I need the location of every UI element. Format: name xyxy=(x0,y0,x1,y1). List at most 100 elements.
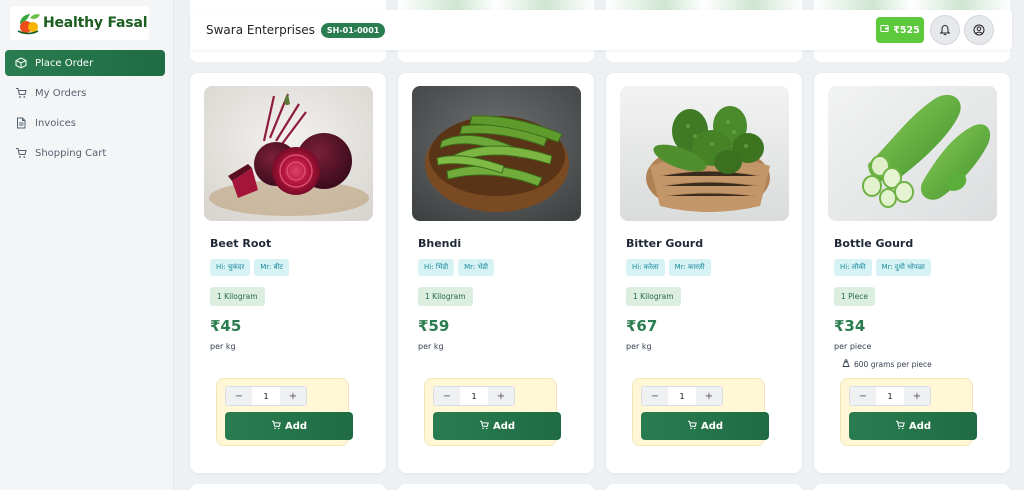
quantity-value[interactable]: 1 xyxy=(668,392,696,401)
price-unit: per kg xyxy=(418,342,444,351)
hindi-name-tag: Hi: चुकंदर xyxy=(210,259,251,276)
cart-icon xyxy=(271,420,281,433)
next-card-edge xyxy=(398,484,594,490)
marathi-name-tag: Mr: बीट xyxy=(254,259,289,276)
company-name: Swara Enterprises xyxy=(206,23,315,37)
profile-button[interactable] xyxy=(964,15,994,45)
product-image xyxy=(412,86,581,221)
product-name: Bitter Gourd xyxy=(626,237,704,250)
add-button-label: Add xyxy=(284,420,308,432)
decrement-button[interactable]: − xyxy=(226,387,252,405)
decrement-button[interactable]: − xyxy=(642,387,668,405)
cart-icon xyxy=(15,87,27,99)
marathi-name-tag: Mr: भेंडी xyxy=(458,259,494,276)
product-price: ₹45 xyxy=(210,317,242,335)
product-price: ₹59 xyxy=(418,317,450,335)
product-name: Bottle Gourd xyxy=(834,237,914,250)
sidebar-item-label: Shopping Cart xyxy=(35,147,107,159)
add-to-cart-button[interactable]: Add xyxy=(849,412,977,440)
product-image xyxy=(204,86,373,221)
product-card: Beet Root Hi: चुकंदर Mr: बीट 1 Kilogram … xyxy=(190,73,386,473)
logo-mark-icon xyxy=(14,10,42,36)
hindi-name-tag: Hi: लौकी xyxy=(834,259,872,276)
add-to-cart-button[interactable]: Add xyxy=(433,412,561,440)
product-name: Bhendi xyxy=(418,237,462,250)
wallet-balance: ₹525 xyxy=(893,24,920,36)
sidebar-item-shopping-cart[interactable]: Shopping Cart xyxy=(5,140,165,166)
cart-icon xyxy=(479,420,489,433)
product-translations: Hi: भिंडी Mr: भेंडी xyxy=(418,259,494,276)
purchase-box: − 1 + Add xyxy=(840,378,977,446)
price-unit: per kg xyxy=(626,342,652,351)
quantity-stepper[interactable]: − 1 + xyxy=(641,386,723,406)
weight-icon xyxy=(842,359,850,369)
quantity-stepper[interactable]: − 1 + xyxy=(433,386,515,406)
quantity-badge: 1 Kilogram xyxy=(210,287,265,306)
add-to-cart-button[interactable]: Add xyxy=(225,412,353,440)
quantity-value[interactable]: 1 xyxy=(252,392,280,401)
purchase-box: − 1 + Add xyxy=(216,378,353,446)
sidebar-item-my-orders[interactable]: My Orders xyxy=(5,80,165,106)
product-name: Beet Root xyxy=(210,237,272,250)
sidebar-item-label: Place Order xyxy=(35,57,94,69)
piece-weight: 600 grams per piece xyxy=(842,359,932,369)
add-button-label: Add xyxy=(492,420,516,432)
user-icon xyxy=(973,21,985,40)
sidebar-item-label: My Orders xyxy=(35,87,87,99)
quantity-stepper[interactable]: − 1 + xyxy=(225,386,307,406)
product-image xyxy=(620,86,789,221)
quantity-stepper[interactable]: − 1 + xyxy=(849,386,931,406)
quantity-badge: 1 Piece xyxy=(834,287,875,306)
bell-icon xyxy=(939,21,951,40)
cart-icon xyxy=(15,147,27,159)
quantity-value[interactable]: 1 xyxy=(460,392,488,401)
purchase-box: − 1 + Add xyxy=(632,378,769,446)
increment-button[interactable]: + xyxy=(488,387,514,405)
cart-icon xyxy=(687,420,697,433)
add-button-label: Add xyxy=(700,420,724,432)
quantity-badge: 1 Kilogram xyxy=(626,287,681,306)
brand-name: Healthy Fasal xyxy=(43,15,148,31)
decrement-button[interactable]: − xyxy=(434,387,460,405)
document-icon xyxy=(15,117,27,129)
product-translations: Hi: चुकंदर Mr: बीट xyxy=(210,259,289,276)
box-icon xyxy=(15,57,27,69)
sidebar-nav: Place Order My Orders Invoices Shopping … xyxy=(5,50,165,170)
product-card: Bitter Gourd Hi: करेला Mr: कारली 1 Kilog… xyxy=(606,73,802,473)
notifications-button[interactable] xyxy=(930,15,960,45)
product-translations: Hi: लौकी Mr: दुधी भोपळा xyxy=(834,259,931,276)
purchase-box: − 1 + Add xyxy=(424,378,561,446)
next-card-edge xyxy=(606,484,802,490)
marathi-name-tag: Mr: दुधी भोपळा xyxy=(875,259,931,276)
product-image xyxy=(828,86,997,221)
product-card: Bhendi Hi: भिंडी Mr: भेंडी 1 Kilogram ₹5… xyxy=(398,73,594,473)
product-translations: Hi: करेला Mr: कारली xyxy=(626,259,711,276)
decrement-button[interactable]: − xyxy=(850,387,876,405)
increment-button[interactable]: + xyxy=(280,387,306,405)
price-unit: per piece xyxy=(834,342,872,351)
quantity-badge: 1 Kilogram xyxy=(418,287,473,306)
piece-weight-text: 600 grams per piece xyxy=(854,359,932,369)
sidebar-item-invoices[interactable]: Invoices xyxy=(5,110,165,136)
company-code-badge: SH-01-0001 xyxy=(320,22,386,38)
product-card: Bottle Gourd Hi: लौकी Mr: दुधी भोपळा 1 P… xyxy=(814,73,1010,473)
increment-button[interactable]: + xyxy=(696,387,722,405)
next-card-edge xyxy=(190,484,386,490)
brand-logo[interactable]: Healthy Fasal xyxy=(10,6,149,40)
product-price: ₹34 xyxy=(834,317,866,335)
next-card-edge xyxy=(814,484,1010,490)
add-to-cart-button[interactable]: Add xyxy=(641,412,769,440)
sidebar-item-label: Invoices xyxy=(35,117,76,129)
hindi-name-tag: Hi: भिंडी xyxy=(418,259,455,276)
wallet-icon xyxy=(880,24,889,36)
increment-button[interactable]: + xyxy=(904,387,930,405)
price-unit: per kg xyxy=(210,342,236,351)
cart-icon xyxy=(895,420,905,433)
hindi-name-tag: Hi: करेला xyxy=(626,259,665,276)
wallet-balance-button[interactable]: ₹525 xyxy=(876,17,924,43)
sidebar-item-place-order[interactable]: Place Order xyxy=(5,50,165,76)
marathi-name-tag: Mr: कारली xyxy=(668,259,711,276)
product-price: ₹67 xyxy=(626,317,658,335)
top-header: Swara Enterprises SH-01-0001 ₹525 xyxy=(190,10,1012,50)
quantity-value[interactable]: 1 xyxy=(876,392,904,401)
